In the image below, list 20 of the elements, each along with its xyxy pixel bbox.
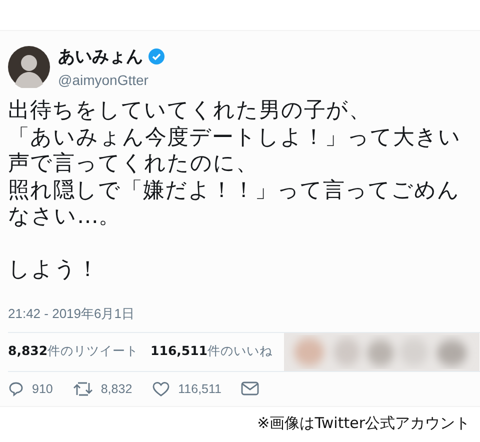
user-handle[interactable]: @aimyonGtter (58, 72, 165, 88)
tweet-text-line: なさい…。 (8, 204, 122, 230)
retweet-icon[interactable] (72, 380, 93, 396)
tweet-text-line: しよう！ (8, 257, 100, 284)
timestamp[interactable]: 21:42 - 2019年6月1日 (8, 304, 472, 322)
mail-icon[interactable] (241, 381, 260, 396)
action-count: 116,511 (178, 382, 222, 396)
avatar[interactable] (8, 46, 50, 88)
heart-icon[interactable] (152, 380, 170, 396)
caption: ※画像はTwitter公式アカウント (257, 414, 470, 432)
engagement-count[interactable]: 8,832件のリツイート (8, 343, 139, 360)
action-count: 8,832 (100, 382, 132, 396)
user-name[interactable]: あいみょん (58, 45, 143, 68)
tweet-text-line: 声で言ってくれたのに、 (8, 151, 259, 178)
tweet-text-line: 出待ちをしていてくれた男の子が、 (8, 98, 372, 124)
engagement-count[interactable]: 116,511件のいいね (150, 343, 272, 360)
tweet-text-line: 照れ隠しで「嫌だよ！！」って言ってごめん (8, 178, 461, 204)
action-count: 910 (32, 382, 53, 396)
reply-icon[interactable] (8, 380, 24, 396)
tweet-text-line: 「あいみょん今度デートしよ！」って大きい (8, 124, 462, 151)
